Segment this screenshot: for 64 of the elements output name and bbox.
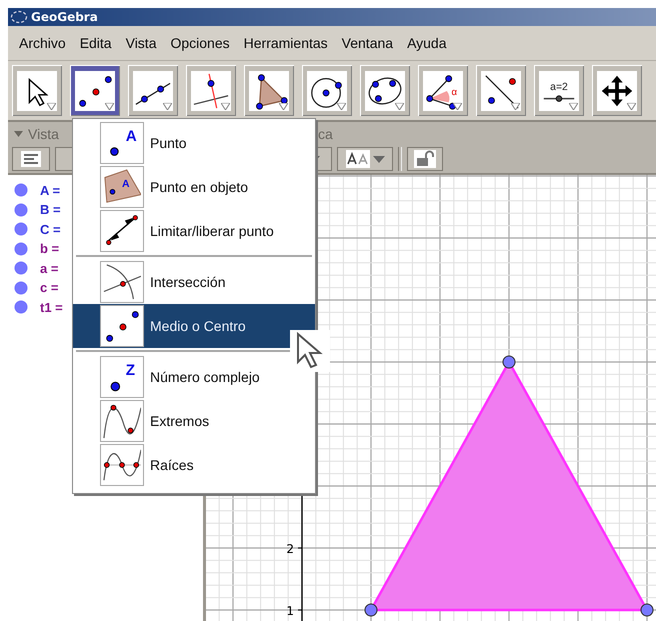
- collapse-triangle-icon[interactable]: [14, 130, 23, 136]
- menu-item[interactable]: Vista: [118, 35, 164, 51]
- perpendicular-line-icon: [192, 72, 230, 110]
- visibility-dot-icon[interactable]: [14, 183, 28, 198]
- window-title: GeoGebra: [31, 10, 98, 24]
- unlocked-icon: [414, 150, 436, 168]
- panel-title: Vista: [28, 126, 59, 142]
- lines-icon: [21, 151, 41, 167]
- tool-button[interactable]: α: [418, 65, 468, 116]
- caret-icon: [395, 102, 404, 110]
- font-size-icon: [346, 150, 370, 168]
- tool-button[interactable]: [592, 65, 642, 116]
- tool-button[interactable]: [360, 65, 410, 116]
- caret-icon: [337, 102, 346, 110]
- visibility-dot-icon[interactable]: [14, 242, 28, 256]
- point: [640, 604, 654, 616]
- object-label: A =: [40, 182, 60, 198]
- visibility-dot-icon[interactable]: [14, 300, 28, 314]
- visibility-dot-icon[interactable]: [14, 222, 28, 236]
- object-label: C =: [40, 222, 61, 237]
- tool-button[interactable]: [186, 65, 236, 116]
- object-label: c =: [40, 280, 58, 296]
- menu-item[interactable]: Medio o Centro: [73, 304, 315, 348]
- visibility-dot-icon[interactable]: [14, 202, 28, 217]
- text-size-button[interactable]: [337, 147, 393, 171]
- menu-item[interactable]: Edita: [72, 35, 119, 51]
- menu-item[interactable]: Archivo: [12, 35, 73, 51]
- tool-button[interactable]: [70, 65, 120, 116]
- menu-item[interactable]: Ayuda: [400, 35, 454, 51]
- menu-item[interactable]: Opciones: [163, 35, 237, 51]
- menu-item[interactable]: Ventana: [334, 35, 400, 51]
- menu-item[interactable]: Herramientas: [236, 35, 335, 51]
- tool-button[interactable]: [302, 65, 352, 116]
- caret-icon: [372, 156, 384, 162]
- visibility-dot-icon[interactable]: [14, 280, 28, 295]
- visibility-dot-icon[interactable]: [14, 261, 28, 276]
- axis-tick-label: 2: [286, 542, 294, 556]
- text-align-button[interactable]: [12, 147, 50, 171]
- caret-icon: [279, 102, 288, 110]
- point: [502, 356, 516, 368]
- tool-button[interactable]: [476, 65, 526, 116]
- object-label: t1 =: [40, 300, 63, 315]
- caret-icon: [453, 102, 462, 110]
- caret-icon: [47, 102, 56, 110]
- caret-icon: [221, 102, 230, 110]
- tool-button[interactable]: [244, 65, 294, 116]
- object-label: B =: [40, 202, 61, 218]
- tool-button[interactable]: a=2: [534, 65, 584, 116]
- panel-title: ca: [318, 126, 333, 142]
- tool-button[interactable]: [12, 65, 62, 116]
- wave-extrema-icon: [103, 402, 141, 440]
- caret-icon: [569, 102, 578, 110]
- tool-button[interactable]: [128, 65, 178, 116]
- object-label: a =: [40, 260, 58, 276]
- app-logo-icon: [10, 10, 28, 24]
- intersection-icon: [103, 263, 141, 301]
- caret-icon: [511, 102, 520, 110]
- axis-tick-label: 1: [286, 604, 294, 618]
- lock-button[interactable]: [407, 147, 443, 171]
- object-label: b =: [40, 241, 60, 256]
- point: [364, 604, 378, 616]
- caret-icon: [105, 102, 114, 110]
- caret-icon: [627, 102, 636, 110]
- caret-icon: [163, 102, 172, 110]
